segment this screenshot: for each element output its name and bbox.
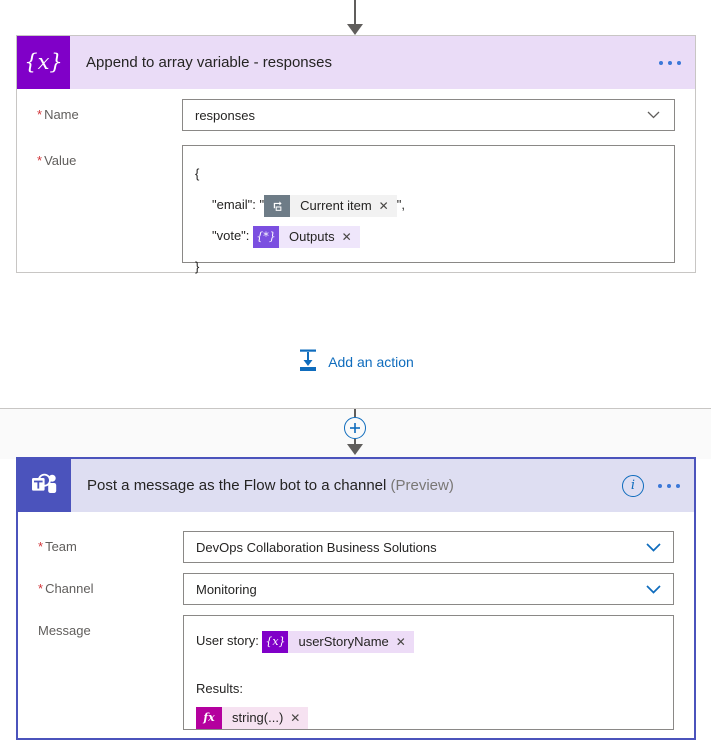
field-row-value: * Value { "email": " Current item ✕ ", "vote…	[17, 145, 695, 274]
channel-dropdown[interactable]: Monitoring	[183, 573, 674, 605]
info-glyph: i	[630, 478, 636, 493]
required-asterisk: *	[38, 581, 44, 596]
chevron-down-icon[interactable]	[647, 111, 660, 119]
json-line-vote: "vote": {*} Outputs ✕	[195, 220, 662, 251]
json-line-close: }	[195, 259, 200, 274]
channel-value: Monitoring	[196, 581, 257, 597]
field-row-name: * Name responses	[17, 99, 695, 131]
card-title-text: Post a message as the Flow bot to a chan…	[87, 477, 387, 494]
add-an-action-button[interactable]: Add an action	[0, 348, 711, 375]
name-dropdown[interactable]: responses	[182, 99, 675, 131]
loop-current-item-icon	[264, 194, 291, 217]
message-line-string-token: fx string(...) ✕	[196, 704, 661, 730]
token-string-function[interactable]: fx string(...) ✕	[196, 706, 309, 729]
message-user-story-label: User story:	[196, 633, 259, 648]
close-icon[interactable]: ✕	[379, 200, 389, 212]
add-action-label: Add an action	[328, 353, 414, 370]
microsoft-teams-icon	[18, 459, 71, 512]
message-line-user-story: User story: {x} userStoryName ✕	[196, 628, 661, 654]
team-value: DevOps Collaboration Business Solutions	[196, 539, 437, 555]
variable-braces-glyph: {x}	[24, 50, 63, 74]
variable-braces-icon: {x}	[17, 36, 70, 89]
token-label: string(...)	[232, 709, 284, 725]
label-value: * Value	[37, 153, 77, 168]
token-label: Outputs	[289, 229, 335, 245]
action-card-append-to-array-variable[interactable]: {x} Append to array variable - responses…	[16, 35, 696, 274]
token-current-item[interactable]: Current item ✕	[264, 194, 397, 217]
message-editor[interactable]: User story: {x} userStoryName ✕ Results: f…	[183, 615, 674, 730]
ellipsis-icon[interactable]	[658, 483, 680, 488]
connector-line	[354, 409, 356, 417]
token-outputs[interactable]: {*} Outputs ✕	[253, 225, 360, 248]
card-title-teams: Post a message as the Flow bot to a chan…	[87, 477, 454, 494]
connector-top	[0, 0, 711, 35]
add-action-icon	[297, 348, 319, 375]
name-value: responses	[195, 107, 255, 123]
team-dropdown[interactable]: DevOps Collaboration Business Solutions	[183, 531, 674, 563]
json-key-vote: "vote":	[212, 228, 250, 243]
token-label: Current item	[300, 198, 372, 214]
label-channel: * Channel	[38, 581, 94, 596]
message-line-results: Results:	[196, 676, 661, 702]
down-arrow-icon	[347, 24, 363, 35]
json-line-open: {	[195, 166, 200, 181]
chevron-down-icon[interactable]	[646, 585, 661, 594]
variable-braces-icon: {x}	[262, 630, 289, 653]
expression-outputs-icon: {*}	[253, 225, 280, 248]
message-results-label: Results:	[196, 681, 243, 696]
down-arrow-icon	[347, 444, 363, 455]
token-label: userStoryName	[298, 633, 389, 649]
token-user-story-name[interactable]: {x} userStoryName ✕	[262, 630, 414, 653]
plus-circle-icon[interactable]	[344, 417, 366, 439]
field-row-team: * Team DevOps Collaboration Business Solu…	[18, 531, 694, 563]
json-email-tail: ",	[396, 197, 405, 212]
preview-badge: (Preview)	[390, 477, 454, 494]
card-header-teams[interactable]: Post a message as the Flow bot to a chan…	[18, 459, 694, 512]
action-card-post-message-teams[interactable]: Post a message as the Flow bot to a chan…	[16, 457, 696, 740]
function-fx-icon: fx	[196, 706, 222, 729]
required-asterisk: *	[37, 107, 43, 122]
info-circle-icon[interactable]: i	[622, 474, 644, 497]
label-message: Message	[38, 623, 91, 638]
card-title-append: Append to array variable - responses	[86, 54, 332, 71]
chevron-down-icon[interactable]	[646, 543, 661, 552]
field-row-channel: * Channel Monitoring	[18, 573, 694, 605]
close-icon[interactable]: ✕	[342, 231, 352, 243]
json-line-email: "email": " Current item ✕ ",	[195, 189, 662, 220]
close-icon[interactable]: ✕	[396, 636, 406, 648]
close-icon[interactable]: ✕	[290, 712, 300, 724]
card-header-append[interactable]: {x} Append to array variable - responses	[17, 36, 695, 89]
required-asterisk: *	[37, 153, 43, 168]
connector-line	[354, 0, 356, 24]
label-team: * Team	[38, 539, 77, 554]
field-row-message: Message User story: {x} userStoryName ✕ Re…	[18, 615, 694, 730]
value-editor[interactable]: { "email": " Current item ✕ ", "vote": {*} O…	[182, 145, 675, 274]
required-asterisk: *	[38, 539, 44, 554]
insert-step-connector[interactable]	[343, 409, 367, 455]
ellipsis-icon[interactable]	[659, 60, 681, 65]
json-key-email: "email": "	[212, 197, 265, 212]
label-name: * Name	[37, 107, 79, 122]
